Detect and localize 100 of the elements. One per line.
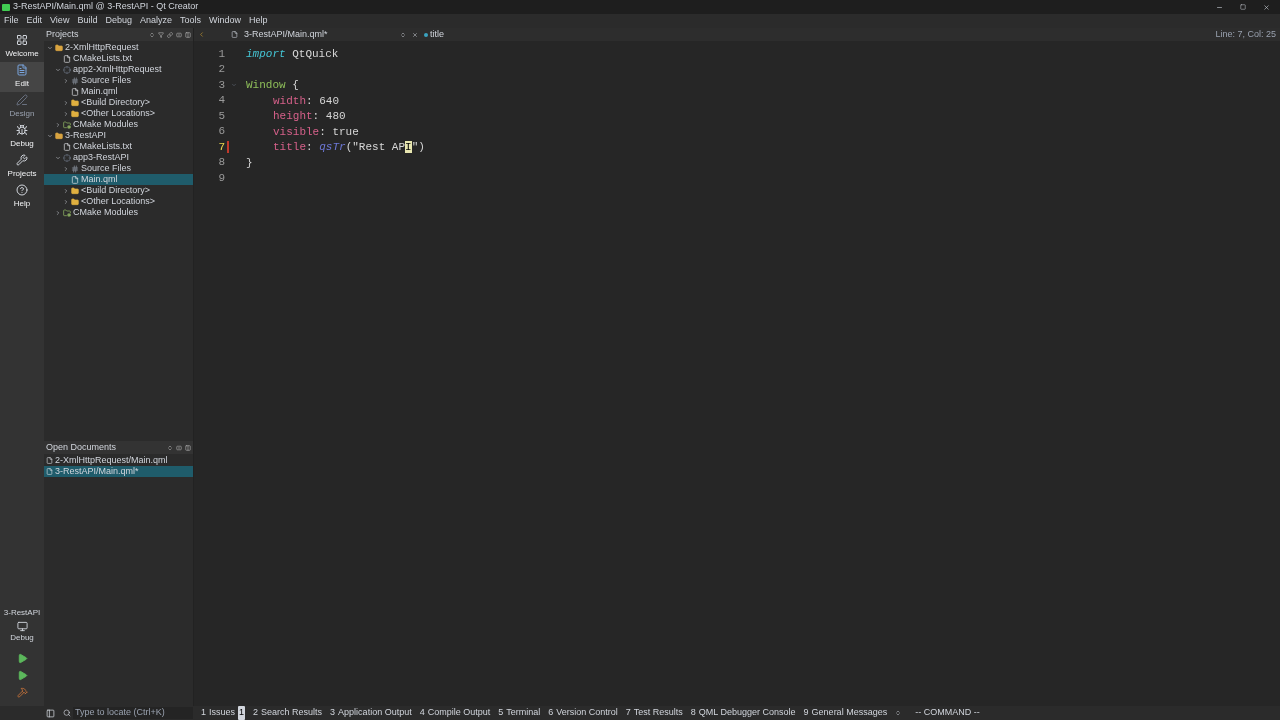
tree-item[interactable]: Main.qml <box>44 86 193 97</box>
file-icon <box>46 468 53 475</box>
folder-icon <box>63 120 71 129</box>
mode-button[interactable]: Edit <box>0 62 44 92</box>
menu-item[interactable]: Analyze <box>139 14 172 28</box>
close-document-icon[interactable] <box>412 31 418 38</box>
pane-title: Projects <box>46 27 80 41</box>
tree-item[interactable]: Main.qml <box>44 174 193 185</box>
code-line: import QtQuick <box>246 47 339 62</box>
tree-item[interactable]: CMake Modules <box>44 119 193 130</box>
issues-count-badge: 1 <box>238 706 246 720</box>
tree-item[interactable]: CMake Modules <box>44 207 193 218</box>
link-icon[interactable] <box>167 31 173 38</box>
cursor-position: Line: 7, Col: 25 <box>1215 27 1276 41</box>
run-icon[interactable] <box>16 653 28 664</box>
target-icon <box>63 65 71 74</box>
filter-icon[interactable] <box>158 31 164 38</box>
pen-icon <box>16 94 28 106</box>
document-icon <box>16 64 28 76</box>
locator-field[interactable]: Type to locate (Ctrl+K) <box>73 707 193 719</box>
folder-icon <box>71 186 79 195</box>
more-panes-icon[interactable] <box>895 710 902 716</box>
output-pane-button[interactable]: 2 Search Results <box>253 706 323 720</box>
line-number: 3 <box>217 77 225 93</box>
code-line: width: 640 <box>272 93 340 109</box>
menu-item[interactable]: Tools <box>179 14 201 28</box>
tree-item[interactable]: Source Files <box>44 75 193 86</box>
document-selector[interactable]: 3-RestAPI/Main.qml* <box>244 27 394 42</box>
menu-item[interactable]: Edit <box>26 14 43 28</box>
wrench-icon <box>16 154 28 166</box>
build-icon[interactable] <box>16 687 28 698</box>
tree-item[interactable]: Source Files <box>44 163 193 174</box>
file-icon <box>231 31 238 38</box>
open-document-item[interactable]: 2-XmlHttpRequest/Main.qml <box>44 455 193 466</box>
menu-item[interactable]: Build <box>77 14 98 28</box>
output-pane-button[interactable]: 6 Version Control <box>548 706 618 720</box>
output-pane-button[interactable]: 3 Application Output <box>330 706 412 720</box>
dropdown-icon[interactable] <box>167 444 173 451</box>
code-editor[interactable]: 1 2 3 4 5 6 7 8 9 import QtQuick Window { width: 640 height: 480 visible: true title: qsTr("Rest API") } <box>194 41 1280 706</box>
split-icon[interactable] <box>176 444 182 451</box>
symbol-selector[interactable]: title <box>424 27 444 42</box>
tree-item[interactable]: CMakeLists.txt <box>44 53 193 64</box>
folder-icon <box>71 98 79 107</box>
target-icon <box>63 153 71 162</box>
tree-item[interactable]: app3-RestAPI <box>44 152 193 163</box>
tree-item[interactable]: 2-XmlHttpRequest <box>44 42 193 53</box>
sidebar-toggle-icon[interactable] <box>46 708 55 718</box>
debug-run-icon[interactable] <box>16 670 28 681</box>
menu-item[interactable]: Help <box>249 14 268 28</box>
mode-button[interactable]: Welcome <box>0 32 44 62</box>
output-pane-button[interactable]: 5 Terminal <box>498 706 541 720</box>
tree-item[interactable]: 3-RestAPI <box>44 130 193 141</box>
app-logo-icon <box>2 3 10 11</box>
close-pane-icon[interactable] <box>185 444 191 451</box>
kit-selector[interactable]: Debug <box>0 619 44 645</box>
code-line: visible: true <box>272 124 359 140</box>
symbol-icon <box>424 32 428 37</box>
tree-item[interactable]: <Other Locations> <box>44 196 193 207</box>
line-number: 9 <box>217 170 225 186</box>
menu-item[interactable]: File <box>4 14 19 28</box>
close-icon[interactable] <box>1263 3 1270 11</box>
split-icon[interactable] <box>176 31 182 38</box>
output-pane-button[interactable]: 1 Issues 1 <box>201 706 246 720</box>
pane-title: Open Documents <box>46 440 118 454</box>
change-marker <box>227 140 229 153</box>
code-line: height: 480 <box>272 109 346 124</box>
file-icon <box>46 457 53 464</box>
line-number: 6 <box>217 124 225 139</box>
source-files-icon <box>71 76 79 85</box>
folder-icon <box>55 43 63 52</box>
code-line: Window { <box>246 78 299 93</box>
menu-item[interactable]: View <box>50 14 70 28</box>
help-icon <box>16 184 28 196</box>
menu-item[interactable]: Debug <box>105 14 132 28</box>
file-icon <box>71 87 79 96</box>
tree-item[interactable]: <Build Directory> <box>44 97 193 108</box>
close-pane-icon[interactable] <box>185 31 191 38</box>
folder-icon <box>55 131 63 140</box>
mode-button[interactable]: Projects <box>0 152 44 182</box>
output-pane-button[interactable]: 9 General Messages <box>803 706 888 720</box>
output-pane-button[interactable]: 7 Test Results <box>625 706 683 720</box>
window-title: 3-RestAPI/Main.qml @ 3-RestAPI - Qt Creator <box>13 0 200 14</box>
mode-button[interactable]: Help <box>0 182 44 212</box>
line-number: 5 <box>217 108 225 124</box>
line-number: 7 <box>217 139 225 155</box>
folder-icon <box>71 109 79 118</box>
dropdown-icon[interactable] <box>149 31 155 38</box>
output-pane-button[interactable]: 8 QML Debugger Console <box>690 706 796 720</box>
mode-button[interactable]: Debug <box>0 122 44 152</box>
dropdown-icon[interactable] <box>400 31 406 38</box>
tree-item[interactable]: app2-XmlHttpRequest <box>44 64 193 75</box>
open-document-item[interactable]: 3-RestAPI/Main.qml* <box>44 466 193 477</box>
back-icon[interactable] <box>198 31 205 38</box>
tree-item[interactable]: CMakeLists.txt <box>44 141 193 152</box>
bug-icon <box>16 124 28 136</box>
tree-item[interactable]: <Other Locations> <box>44 108 193 119</box>
output-pane-button[interactable]: 4 Compile Output <box>419 706 491 720</box>
tree-item[interactable]: <Build Directory> <box>44 185 193 196</box>
maximize-icon[interactable] <box>1240 4 1246 10</box>
menu-item[interactable]: Window <box>209 14 241 28</box>
